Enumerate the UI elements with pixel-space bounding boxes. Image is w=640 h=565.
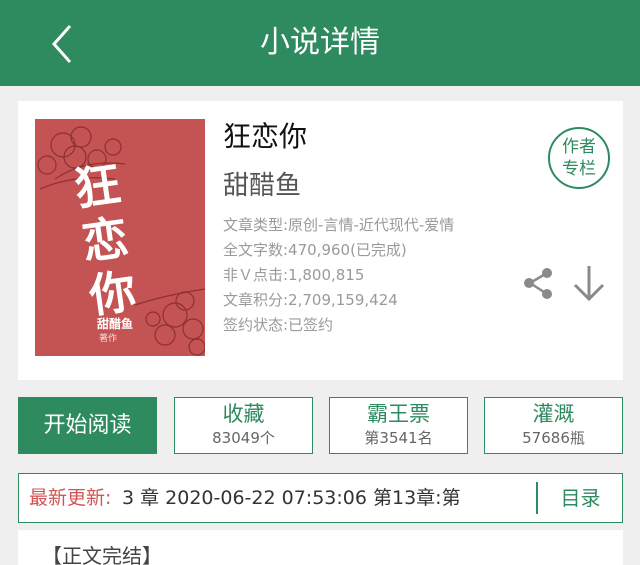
cover-author: 甜醋鱼 xyxy=(97,317,134,331)
cover-subtitle: 著作 xyxy=(99,334,118,344)
content-card: 【正文完结】 xyxy=(18,530,623,565)
book-title: 狂恋你 xyxy=(223,120,308,153)
collect-label: 收藏 xyxy=(222,402,265,426)
page-title: 小说详情 xyxy=(260,25,380,60)
collect-count: 83049个 xyxy=(212,429,275,447)
overlord-ticket-button[interactable]: 霸王票 第3541名 xyxy=(329,397,468,454)
download-arrow-icon xyxy=(573,266,605,302)
irrigate-count: 57686瓶 xyxy=(522,429,585,447)
latest-update-label: 最新更新: xyxy=(29,487,112,509)
book-meta: 文章类型:原创-言情-近代现代-爱情 全文字数:470,960(已完成) 非Ｖ点… xyxy=(223,213,523,338)
collect-button[interactable]: 收藏 83049个 xyxy=(174,397,313,454)
meta-sign-status: 签约状态:已签约 xyxy=(223,316,334,334)
latest-update-text: 3 章 2020-06-22 07:53:06 第13章:第 xyxy=(122,487,461,509)
ticket-label: 霸王票 xyxy=(367,402,430,426)
top-bar: 小说详情 xyxy=(0,0,640,86)
ticket-rank: 第3541名 xyxy=(364,429,433,447)
download-button[interactable] xyxy=(570,263,608,303)
author-column-line2: 专栏 xyxy=(562,159,596,179)
latest-update-bar[interactable]: 最新更新: 3 章 2020-06-22 07:53:06 第13章:第 目录 xyxy=(18,473,623,523)
irrigate-button[interactable]: 灌溉 57686瓶 xyxy=(484,397,623,454)
book-cover[interactable]: 狂恋你 甜醋鱼 著作 xyxy=(35,119,205,356)
share-icon xyxy=(524,268,552,299)
section-heading: 【正文完结】 xyxy=(42,544,162,565)
irrigate-label: 灌溉 xyxy=(532,402,575,426)
meta-clicks: 非Ｖ点击:1,800,815 xyxy=(223,266,365,284)
share-button[interactable] xyxy=(520,265,556,301)
meta-genre: 文章类型:原创-言情-近代现代-爱情 xyxy=(223,216,455,234)
meta-word-count: 全文字数:470,960(已完成) xyxy=(223,241,407,259)
book-author[interactable]: 甜醋鱼 xyxy=(223,165,301,202)
meta-score: 文章积分:2,709,159,424 xyxy=(223,291,398,309)
update-divider xyxy=(536,482,538,514)
book-info-card: 狂恋你 甜醋鱼 著作 狂恋你 甜醋鱼 文章类型:原创-言情-近代现代-爱情 全文… xyxy=(18,101,623,380)
author-column-line1: 作者 xyxy=(562,137,596,157)
table-of-contents-button[interactable]: 目录 xyxy=(539,474,622,522)
author-column-button[interactable]: 作者 专栏 xyxy=(548,127,610,189)
start-reading-button[interactable]: 开始阅读 xyxy=(18,397,157,454)
